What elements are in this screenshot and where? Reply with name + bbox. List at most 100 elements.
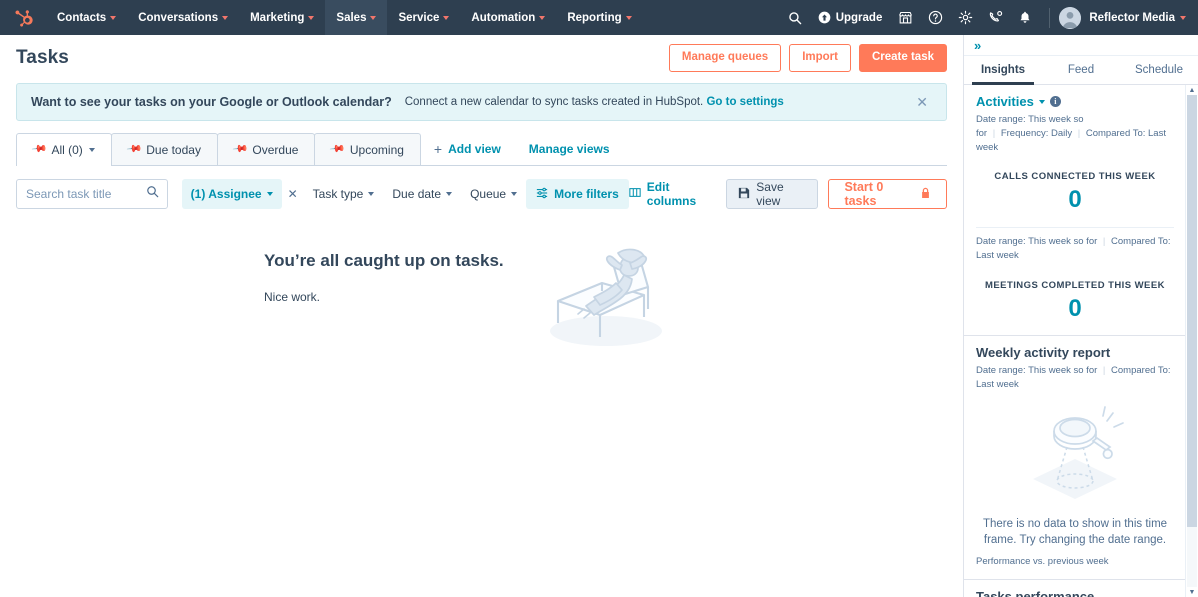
empty-state: You’re all caught up on tasks. Nice work… [0,248,963,354]
nav-label: Sales [336,11,367,24]
due-date-label: Due date [392,187,442,201]
nav-item-service[interactable]: Service [387,0,460,35]
plus-icon: + [433,141,443,157]
edit-columns-label: Edit columns [646,180,697,208]
save-view-button[interactable]: Save view [726,179,819,209]
upgrade-button[interactable]: Upgrade [810,0,891,35]
nav-label: Automation [471,11,536,24]
chevron-down-icon [539,15,546,20]
banner-text: Connect a new calendar to sync tasks cre… [405,96,784,108]
scroll-up-arrow-icon[interactable]: ▲ [1186,85,1198,95]
activities-meta-for: for [976,127,988,139]
sidebar-tab-label: Feed [1067,64,1095,76]
tab-due-today[interactable]: 📌 Due today [110,133,218,165]
chevron-down-icon [110,15,117,20]
settings-gear-icon[interactable] [950,0,980,35]
filter-task-type[interactable]: Task type [304,179,384,209]
pin-icon: 📌 [125,141,143,158]
chevron-down-icon [368,192,375,196]
weekly-report-meta: Date range: This week so for | Compared … [976,364,1174,392]
manage-views-button[interactable]: Manage views [515,133,624,165]
nav-item-sales[interactable]: Sales [325,0,388,35]
avatar[interactable] [1059,6,1082,29]
weekly-report-title: Weekly activity report [976,344,1111,360]
chevron-down-icon [88,147,95,152]
nav-item-reporting[interactable]: Reporting [556,0,642,35]
calling-icon[interactable] [980,0,1010,35]
primary-nav-items: Contacts Conversations Marketing Sales S… [46,0,643,35]
banner-headline: Want to see your tasks on your Google or… [31,95,392,109]
chevron-down-icon [370,15,377,20]
tab-upcoming[interactable]: 📌 Upcoming [314,133,421,165]
nav-item-conversations[interactable]: Conversations [127,0,239,35]
start-tasks-label: Start 0 tasks [844,180,884,208]
activities-title-row[interactable]: Activities i [976,94,1174,109]
nav-utility-area: Upgrade Reflector Media [780,0,1198,35]
sidebar-tab-insights[interactable]: Insights [964,56,1042,85]
tab-all[interactable]: 📌 All (0) [16,133,112,166]
search-task-title-box[interactable] [16,179,169,209]
banner-body: Connect a new calendar to sync tasks cre… [404,96,704,108]
upgrade-label: Upgrade [835,11,883,24]
nav-item-marketing[interactable]: Marketing [239,0,325,35]
insights-sidebar: » Insights Feed Schedule Activities i Da… [964,35,1198,597]
page-header-actions: Manage queues Import Create task [668,44,947,72]
weekly-report-nodata: There is no data to show in this time fr… [982,518,1168,546]
meetings-daterange: Date range: This week so for [976,236,1098,248]
sidebar-scrollbar[interactable]: ▲ ▼ [1185,85,1198,597]
filter-bar-right: Edit columns Save view Start 0 tasks [629,179,948,209]
tab-label: Upcoming [349,142,404,157]
meta-separator: | [1102,236,1106,248]
sidebar-tab-feed[interactable]: Feed [1042,56,1120,84]
search-icon[interactable] [780,0,810,35]
tab-label: All (0) [51,142,83,157]
empty-state-subtext: Nice work. [264,290,321,304]
scroll-down-arrow-icon[interactable]: ▼ [1186,587,1198,597]
manage-views-label: Manage views [528,142,610,156]
help-icon[interactable] [920,0,950,35]
empty-state-text: You’re all caught up on tasks. Nice work… [264,251,504,304]
nav-item-automation[interactable]: Automation [460,0,556,35]
marketplace-icon[interactable] [890,0,920,35]
go-to-settings-link[interactable]: Go to settings [706,96,783,108]
scrollbar-thumb[interactable] [1187,95,1197,527]
chevron-double-right-icon[interactable]: » [974,39,981,52]
sidebar-tab-schedule[interactable]: Schedule [1120,56,1198,84]
more-filters-button[interactable]: More filters [526,179,629,209]
filter-assignee[interactable]: (1) Assignee [181,179,282,209]
clear-assignee-filter-icon[interactable]: ✕ [282,187,304,201]
add-view-button[interactable]: + Add view [420,133,515,165]
nav-item-contacts[interactable]: Contacts [46,0,127,35]
search-input[interactable] [17,180,168,208]
hubspot-logo[interactable] [0,0,46,35]
manage-queues-button[interactable]: Manage queues [668,44,782,72]
account-menu[interactable]: Reflector Media [1089,12,1186,24]
page-title: Tasks [16,47,69,68]
activities-meta-line1: Date range: This week so [976,114,1084,125]
kpi-divider [976,227,1174,229]
calls-connected-label: CALLS CONNECTED THIS WEEK [994,171,1156,183]
tab-overdue[interactable]: 📌 Overdue [216,133,316,165]
nav-label: Conversations [138,11,219,24]
filter-sliders-icon [536,187,548,202]
filter-due-date[interactable]: Due date [383,179,461,209]
sidebar-scroll-area: Activities i Date range: This week so fo… [964,85,1198,597]
chevron-down-icon [511,192,518,196]
create-task-button[interactable]: Create task [858,44,947,72]
activities-card: Activities i Date range: This week so fo… [964,85,1186,336]
tab-label: Overdue [252,142,299,157]
close-icon[interactable]: ✕ [912,91,932,113]
tasks-main-column: Tasks Manage queues Import Create task W… [0,35,964,597]
info-icon[interactable]: i [1049,96,1061,107]
tab-label: Due today [146,142,201,157]
start-tasks-button[interactable]: Start 0 tasks [828,179,948,209]
tasks-performance-title: Tasks performance [976,589,1095,597]
import-button[interactable]: Import [789,44,851,72]
edit-columns-button[interactable]: Edit columns [629,180,717,208]
meta-separator: | [1077,127,1081,139]
chevron-down-icon [222,15,229,20]
notifications-bell-icon[interactable] [1010,0,1040,35]
filter-queue[interactable]: Queue [461,179,526,209]
sidebar-tab-label: Schedule [1135,64,1183,76]
chevron-down-icon [446,192,453,196]
